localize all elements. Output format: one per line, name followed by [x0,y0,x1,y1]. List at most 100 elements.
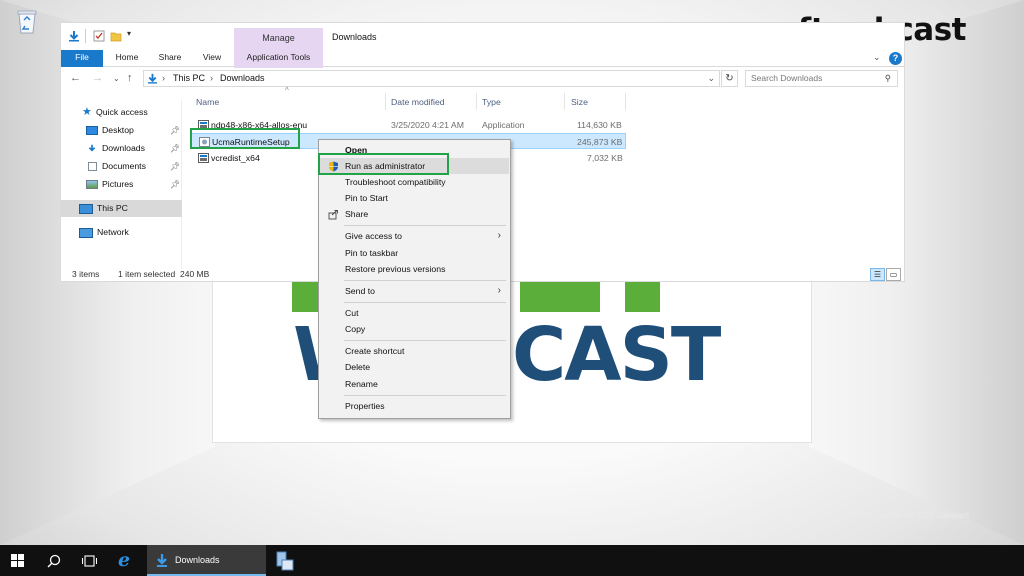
menu-label: Copy [345,324,366,334]
pin-icon[interactable]: 📌︎ [170,158,180,175]
ribbon-tabs: File Home Share View Application Tools [61,50,904,67]
menu-separator [344,395,506,396]
address-dropdown-icon[interactable]: ⌄ [707,71,715,86]
menu-item-rename[interactable]: Rename [320,376,509,392]
menu-item-properties[interactable]: Properties [320,398,509,414]
task-view-icon[interactable] [82,554,97,568]
menu-label: Create shortcut [345,346,405,356]
expand-ribbon-icon[interactable]: ⌄ [873,52,881,63]
column-header-date[interactable]: Date modified [391,97,445,107]
pin-icon[interactable]: 📌︎ [170,122,180,139]
up-arrow-icon[interactable]: ↑ [127,72,133,84]
column-separator [385,93,386,110]
tab-share[interactable]: Share [151,50,189,67]
tab-file[interactable]: File [61,50,103,67]
menu-item-troubleshoot-compatibility[interactable]: Troubleshoot compatibility [320,174,509,190]
nav-downloads[interactable]: Downloads 📌︎ [61,140,182,157]
downloads-folder-icon [147,73,158,84]
menu-item-copy[interactable]: Copy [320,321,509,337]
menu-item-send-to[interactable]: Send to › [320,283,509,299]
tab-view[interactable]: View [193,50,231,67]
submenu-arrow-icon: › [497,230,501,241]
highlight-box-run-as-admin [318,153,449,175]
menu-item-cut[interactable]: Cut [320,305,509,321]
breadcrumb-separator-icon: › [162,73,165,83]
documents-icon [88,162,97,171]
pictures-icon [86,180,98,189]
logo-green-block [625,282,660,312]
customize-qat-icon[interactable]: ▾ [127,29,131,38]
menu-label: Pin to taskbar [345,248,399,258]
new-folder-icon[interactable] [110,30,122,42]
details-view-icon[interactable]: ☰ [870,268,885,281]
internet-explorer-icon[interactable]: e [118,550,138,570]
column-header-name[interactable]: Name [196,97,219,107]
large-icons-view-icon[interactable]: ▭ [886,268,901,281]
forward-arrow-icon[interactable]: → [92,72,103,84]
column-separator [476,93,477,110]
menu-label: Give access to [345,231,402,241]
tab-application-tools[interactable]: Application Tools [234,50,323,67]
file-name: vcredist_x64 [211,153,260,163]
column-separator [564,93,565,110]
recycle-bin-icon[interactable] [12,6,42,36]
menu-item-pin-to-taskbar[interactable]: Pin to taskbar [320,245,509,261]
search-input[interactable]: Search Downloads ⚲ [745,70,898,87]
status-item-count: 3 items [72,269,100,279]
menu-label: Troubleshoot compatibility [345,177,446,187]
column-header-type[interactable]: Type [482,97,501,107]
windows-start-icon[interactable] [11,554,24,567]
menu-item-share[interactable]: Share [320,206,509,222]
breadcrumb-separator-icon: › [210,73,213,83]
help-icon[interactable]: ? [889,52,902,65]
star-icon: ★ [82,106,92,118]
file-date: 3/25/2020 4:21 AM [391,120,464,130]
nav-quick-access[interactable]: ★ Quick access [61,104,182,121]
downloads-icon [88,144,96,152]
breadcrumb-this-pc[interactable]: This PC [173,71,205,86]
nav-documents[interactable]: Documents 📌︎ [61,158,182,175]
status-selected: 1 item selected [118,269,176,279]
downloads-folder-icon [157,554,167,567]
nav-this-pc[interactable]: This PC [61,200,182,217]
logo-green-block [520,282,600,312]
nav-label: Desktop [102,125,134,135]
desktop-icon [86,126,98,135]
menu-item-pin-to-start[interactable]: Pin to Start [320,190,509,206]
menu-label: Restore previous versions [345,264,446,274]
menu-separator [344,340,506,341]
menu-label: Delete [345,362,371,372]
sort-ascending-icon: ^ [285,86,289,95]
back-arrow-icon[interactable]: ← [70,72,81,84]
download-arrow-icon[interactable] [68,30,80,42]
address-bar[interactable]: › This PC › Downloads ⌄ [143,70,720,87]
pin-icon[interactable]: 📌︎ [170,176,180,193]
taskbar-explorer-label: Downloads [175,555,220,565]
menu-item-give-access-to[interactable]: Give access to › [320,228,509,244]
file-size: 7,032 KB [587,153,623,163]
nav-network[interactable]: Network [61,224,182,241]
pin-icon[interactable]: 📌︎ [170,140,180,157]
share-icon [328,210,338,220]
properties-icon[interactable] [93,30,105,42]
qat-divider [85,29,86,43]
tab-manage[interactable]: Manage [234,33,323,43]
tab-home[interactable]: Home [108,50,146,67]
context-menu: Open Run as administrator Troubleshoot c… [318,139,511,419]
nav-pictures[interactable]: Pictures 📌︎ [61,176,182,193]
search-icon[interactable] [47,554,61,568]
status-size: 240 MB [180,269,210,279]
menu-item-create-shortcut[interactable]: Create shortcut [320,343,509,359]
refresh-icon[interactable]: ↻ [721,70,738,87]
server-manager-icon[interactable] [276,551,294,571]
menu-item-delete[interactable]: Delete [320,359,509,375]
nav-desktop[interactable]: Desktop 📌︎ [61,122,182,139]
column-header-size[interactable]: Size [571,97,588,107]
menu-label: Pin to Start [345,193,388,203]
breadcrumb-downloads[interactable]: Downloads [220,71,265,86]
menu-item-restore-previous-versions[interactable]: Restore previous versions [320,261,509,277]
nav-label: This PC [97,203,128,213]
recent-locations-icon[interactable]: ⌄ [113,74,120,83]
file-size: 245,873 KB [577,137,623,147]
submenu-arrow-icon: › [497,285,501,296]
